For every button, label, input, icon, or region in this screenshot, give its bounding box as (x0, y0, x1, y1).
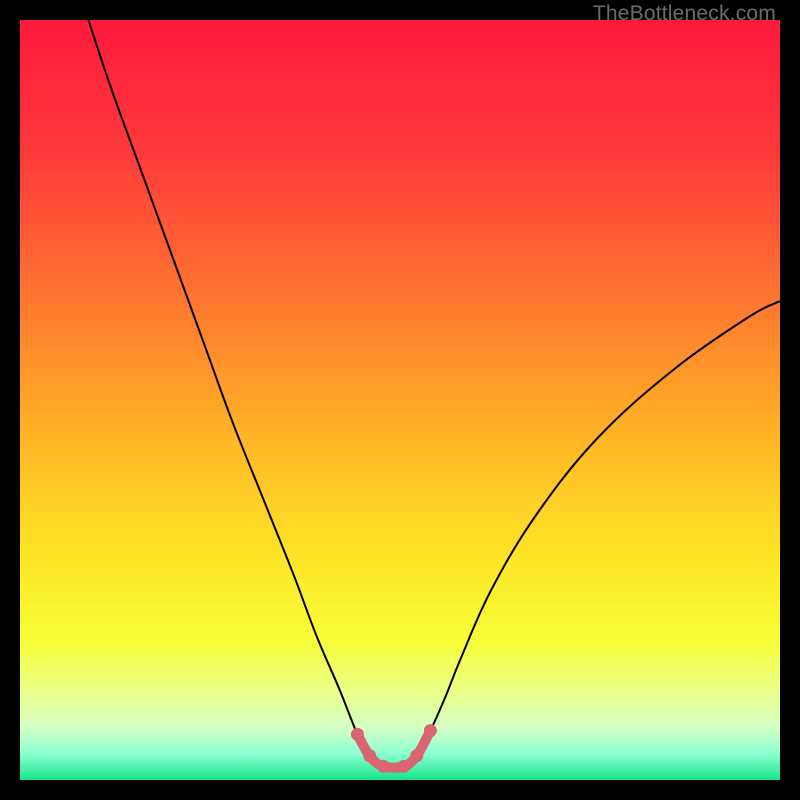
valley-highlight (351, 724, 437, 773)
plot-area (20, 20, 780, 780)
valley-marker (351, 728, 364, 741)
watermark-text: TheBottleneck.com (593, 2, 776, 26)
valley-marker (377, 760, 390, 773)
curve-layer (20, 20, 780, 780)
chart-frame: TheBottleneck.com (0, 0, 800, 800)
valley-marker (424, 724, 437, 737)
valley-marker (397, 760, 410, 773)
valley-marker (410, 749, 423, 762)
bottleneck-curve (88, 20, 780, 768)
valley-marker (363, 749, 376, 762)
